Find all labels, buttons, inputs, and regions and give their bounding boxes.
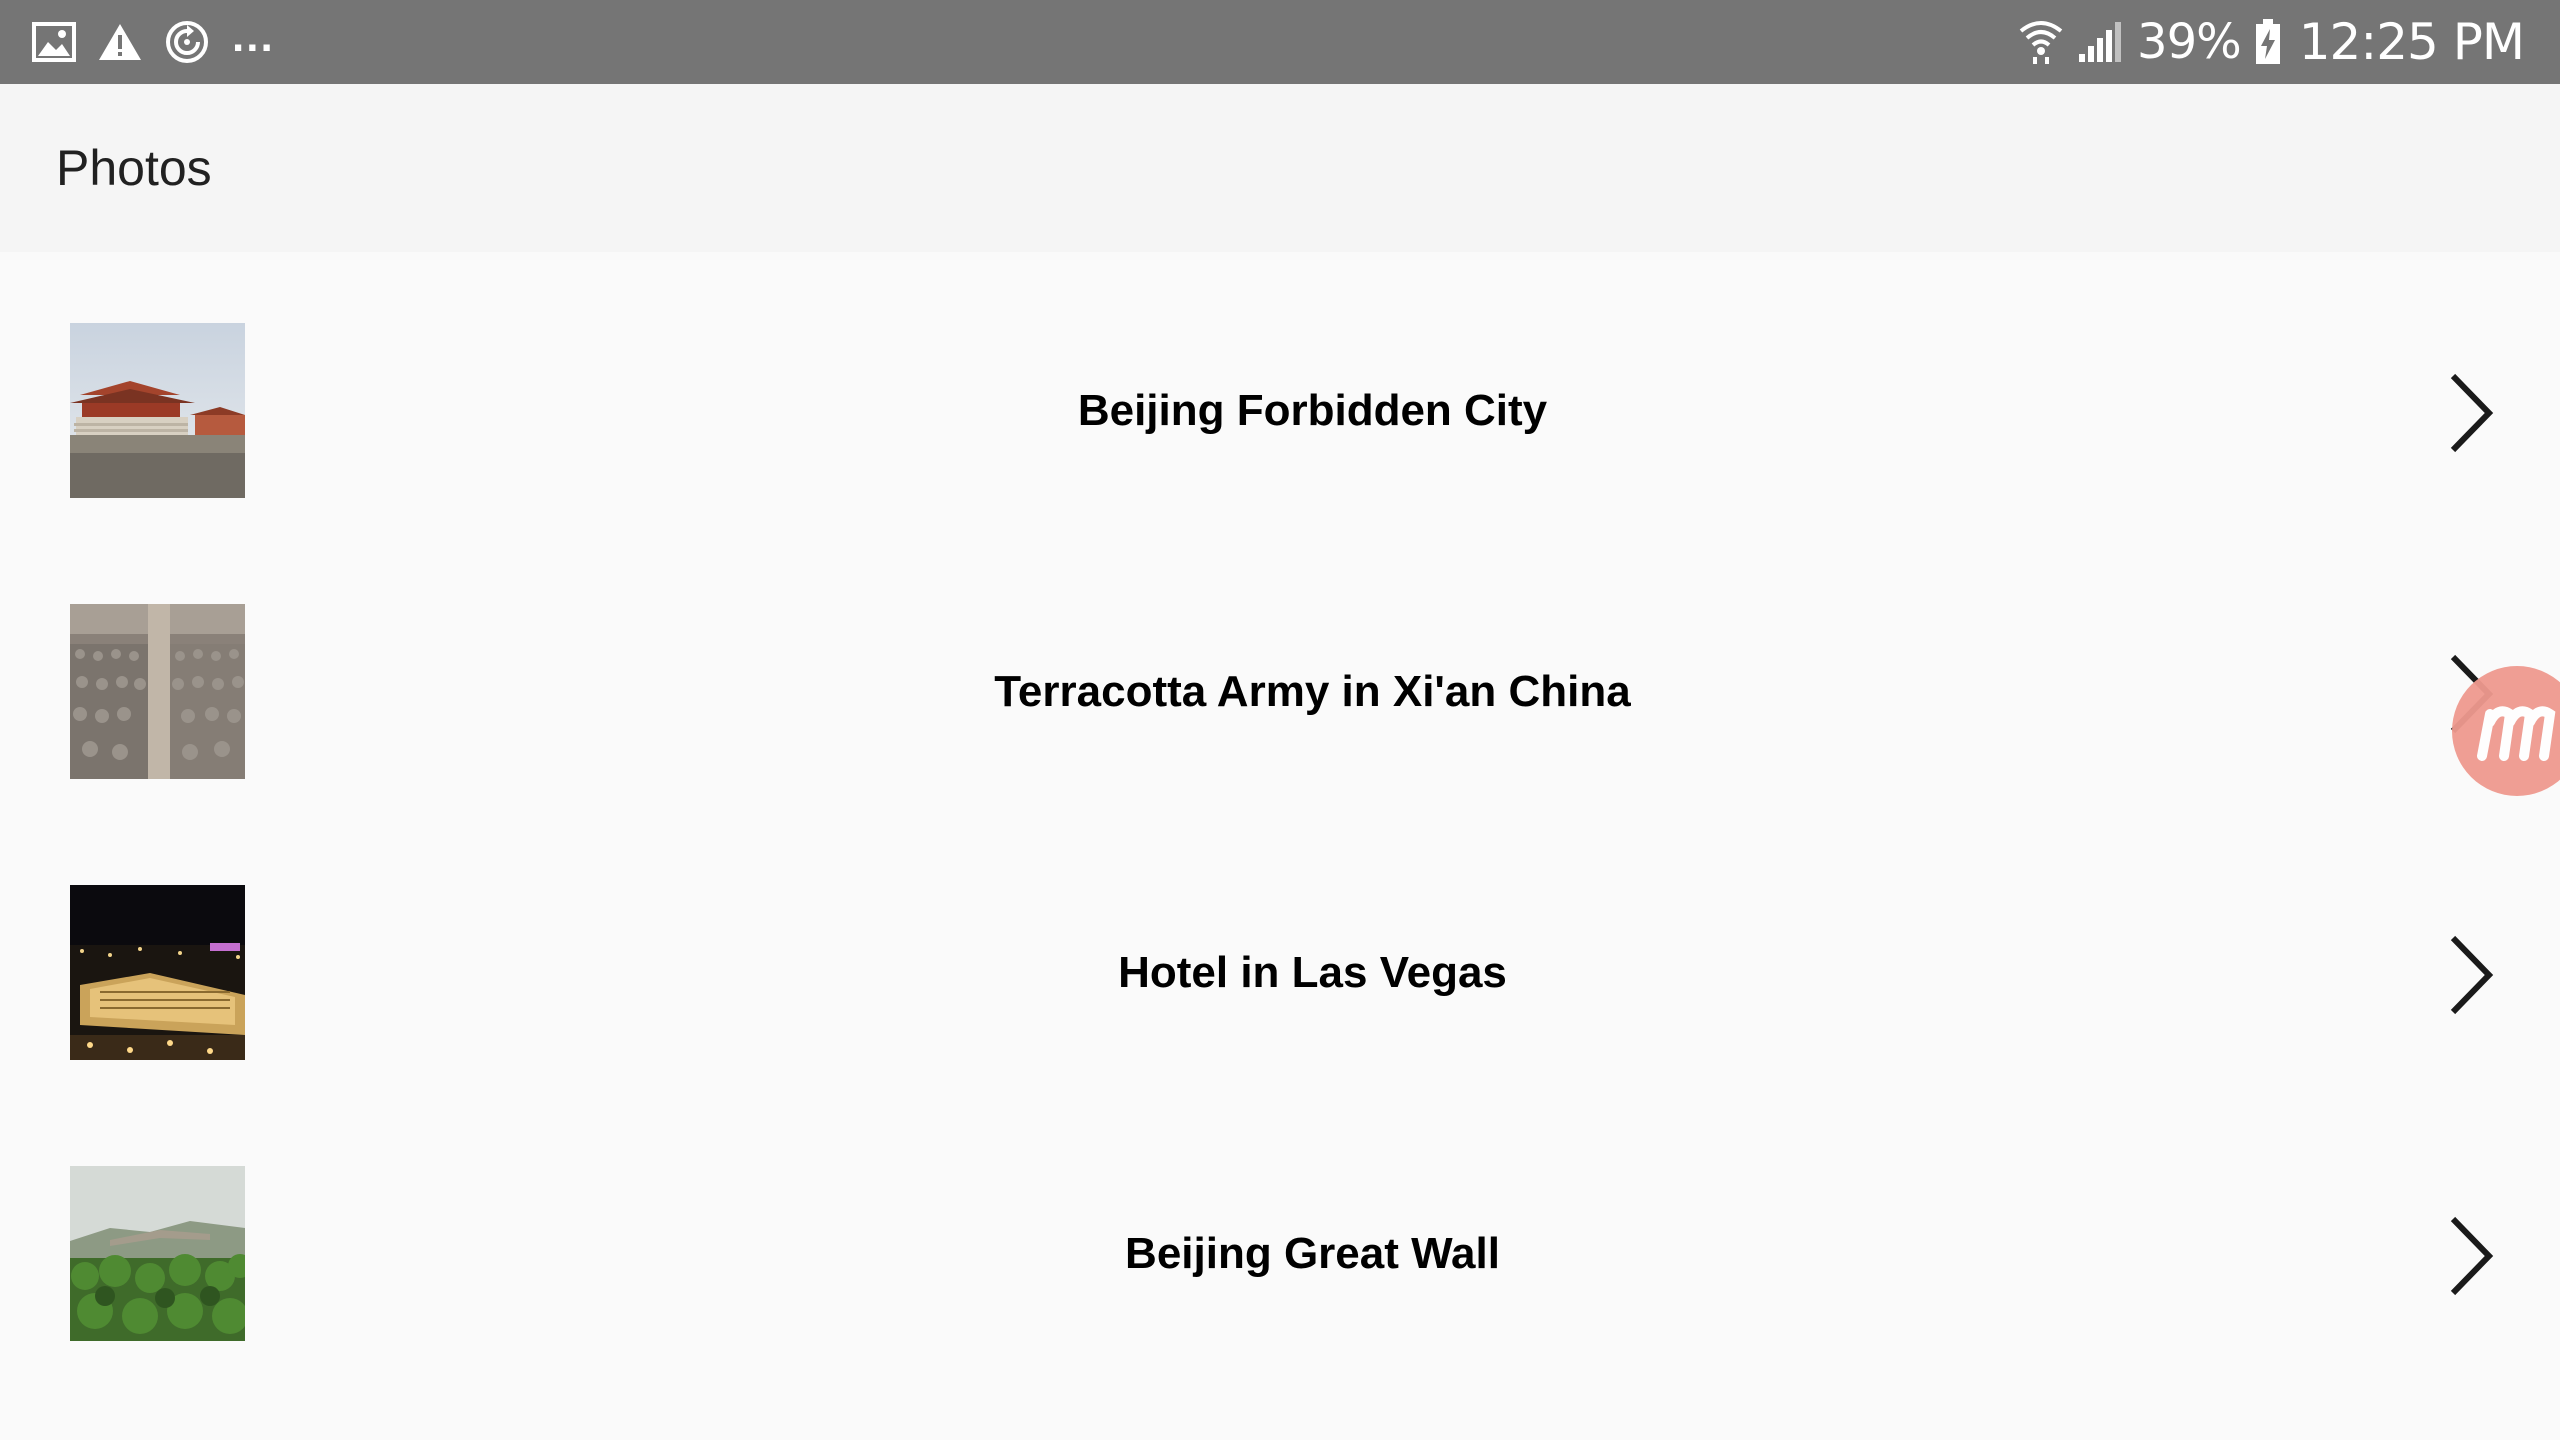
app-bar: Photos	[0, 84, 2560, 252]
cellular-signal-icon	[2077, 20, 2123, 64]
forbidden-city-thumbnail	[70, 323, 245, 498]
photo-list: Beijing Forbidden City Terracotta Army i…	[0, 252, 2560, 1376]
great-wall-thumbnail	[70, 1166, 245, 1341]
more-notifications-indicator: ...	[232, 12, 275, 61]
photo-title: Beijing Forbidden City	[1077, 386, 1548, 435]
photo-list-item[interactable]: Terracotta Army in Xi'an China	[0, 533, 2560, 814]
chevron-right-icon[interactable]	[2448, 934, 2494, 1016]
photo-list-item[interactable]: Hotel in Las Vegas	[0, 814, 2560, 1095]
wifi-icon	[2019, 19, 2063, 65]
battery-percentage: 39%	[2137, 14, 2242, 70]
status-notifications: ...	[32, 0, 275, 84]
las-vegas-hotel-thumbnail	[70, 885, 245, 1060]
status-system-icons: 39% 12:25 PM	[2019, 0, 2525, 84]
chevron-right-icon[interactable]	[2448, 1215, 2494, 1297]
photo-list-item[interactable]: Beijing Forbidden City	[0, 252, 2560, 533]
photo-title: Beijing Great Wall	[1125, 1229, 1500, 1278]
clock: 12:25 PM	[2298, 13, 2525, 71]
photo-list-item[interactable]: Beijing Great Wall	[0, 1095, 2560, 1376]
photo-title: Terracotta Army in Xi'an China	[994, 667, 1631, 716]
photo-title: Hotel in Las Vegas	[1118, 948, 1507, 997]
gallery-notification-icon	[32, 22, 76, 62]
status-bar: ... 39% 12:25 PM	[0, 0, 2560, 84]
page-title: Photos	[56, 140, 212, 196]
battery-charging-icon	[2255, 19, 2281, 65]
chevron-right-icon[interactable]	[2448, 372, 2494, 454]
terracotta-army-thumbnail	[70, 604, 245, 779]
warning-icon	[98, 22, 142, 62]
sync-icon	[164, 19, 210, 65]
